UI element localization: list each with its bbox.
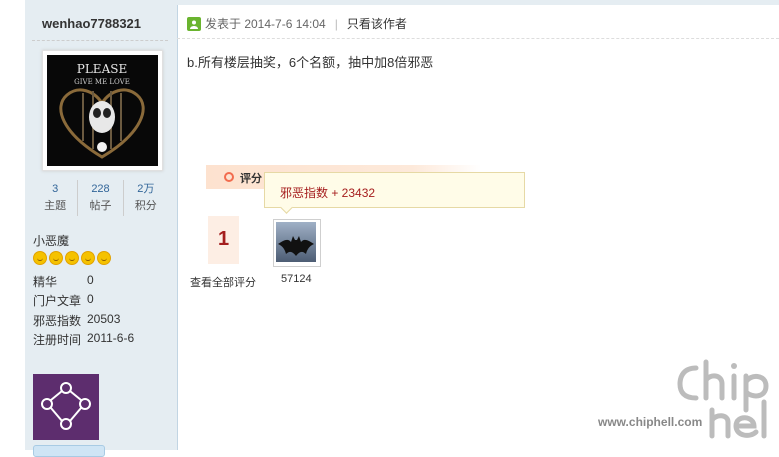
info-register-date-label: 注册时间 (33, 333, 82, 347)
stat-threads[interactable]: 3 主题 (33, 180, 77, 216)
stat-credits-value[interactable]: 2万 (124, 180, 168, 198)
post-content: b.所有楼层抽奖，6个名额，抽中加8倍邪恶 (187, 55, 434, 70)
stat-threads-label: 主题 (44, 200, 67, 212)
info-register-date: 注册时间 2011-6-6 (33, 331, 134, 348)
author-avatar[interactable]: PLEASE GIVE ME LOVE (42, 50, 163, 171)
info-digest-value: 0 (87, 273, 94, 287)
batman-avatar-icon (276, 222, 316, 262)
info-evil-index-value: 20503 (87, 312, 121, 326)
smiley-star-icon (65, 251, 79, 265)
avatar-text-line2: GIVE ME LOVE (74, 78, 130, 86)
post-header-divider (177, 38, 779, 39)
rating-count: 1 (217, 228, 230, 250)
stat-posts[interactable]: 228 帖子 (77, 180, 122, 216)
rating-label: 评分 (240, 173, 262, 185)
avatar-text-line1: PLEASE (77, 62, 127, 76)
stat-credits[interactable]: 2万 积分 (122, 180, 168, 216)
info-portal-articles-value: 0 (87, 292, 94, 306)
smiley-star-icon (97, 251, 111, 265)
info-digest: 精华 0 (33, 273, 94, 290)
info-portal-articles-label: 门户文章 (33, 294, 82, 308)
info-digest-label: 精华 (33, 275, 58, 289)
see-all-ratings-link[interactable]: 查看全部评分 (190, 274, 256, 290)
info-evil-index-label: 邪恶指数 (33, 314, 82, 328)
rater-username[interactable]: 57124 (281, 273, 312, 285)
chiphell-watermark-logo (674, 358, 774, 443)
medal-app-icon[interactable] (33, 374, 99, 440)
post-timestamp: 发表于 2014-7-6 14:04 (205, 17, 326, 31)
rater-avatar[interactable] (273, 219, 321, 267)
sidebar-divider (32, 40, 168, 41)
avatar-image: PLEASE GIVE ME LOVE (47, 55, 158, 166)
info-portal-articles: 门户文章 0 (33, 292, 94, 309)
header-divider: | (334, 16, 338, 31)
author-stats: 3 主题 228 帖子 2万 积分 (33, 180, 168, 216)
medal-app-button[interactable] (33, 445, 105, 457)
rating-circle-icon (224, 172, 234, 182)
user-group-title[interactable]: 小恶魔 (33, 232, 69, 249)
stat-posts-label: 帖子 (89, 200, 112, 212)
user-level-stars (33, 251, 111, 265)
info-register-date-value: 2011-6-6 (87, 331, 135, 345)
post-header: 发表于 2014-7-6 14:04 | 只看该作者 (187, 15, 407, 32)
only-author-link[interactable]: 只看该作者 (347, 15, 407, 32)
rating-tooltip-text: 邪恶指数 + 23432 (280, 186, 376, 200)
share-nodes-icon (41, 382, 91, 430)
smiley-star-icon (49, 251, 63, 265)
online-status-icon (187, 16, 201, 31)
stat-credits-label: 积分 (134, 200, 157, 212)
stat-threads-value[interactable]: 3 (33, 180, 77, 198)
smiley-star-icon (81, 251, 95, 265)
post-top-strip (177, 0, 779, 5)
stat-posts-value[interactable]: 228 (78, 180, 122, 198)
info-evil-index: 邪恶指数 20503 (33, 312, 120, 329)
smiley-star-icon (33, 251, 47, 265)
author-username[interactable]: wenhao7788321 (42, 16, 141, 31)
